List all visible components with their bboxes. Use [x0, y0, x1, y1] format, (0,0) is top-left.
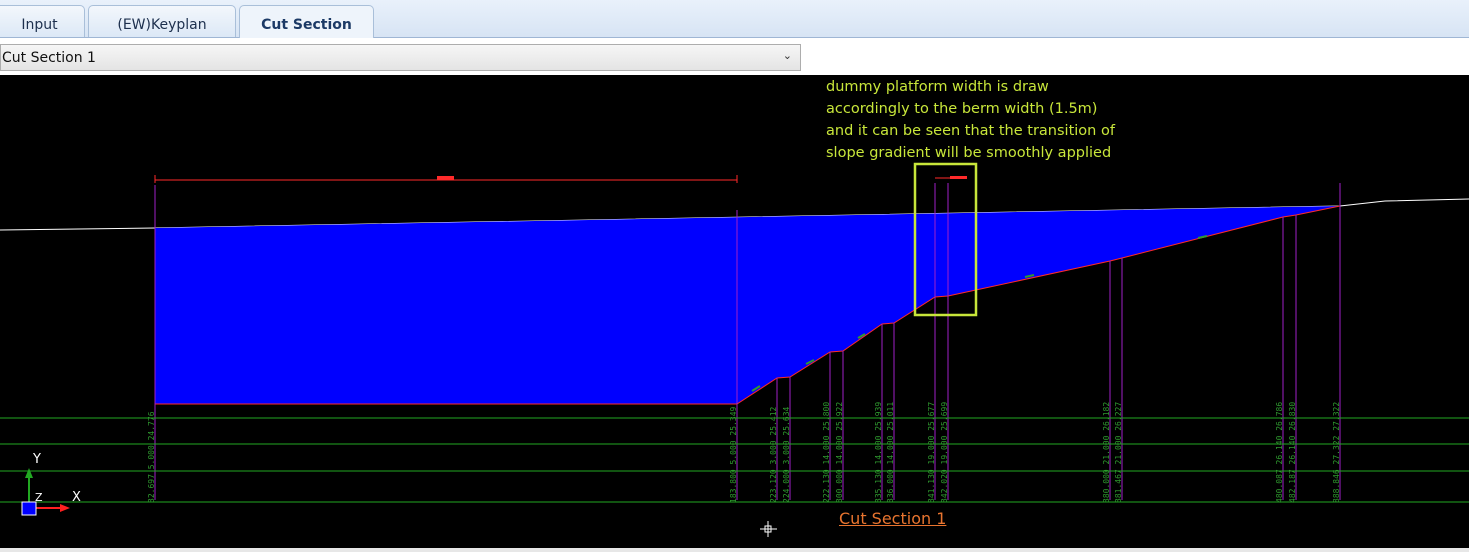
ucs-icon [21, 468, 70, 516]
section-caption[interactable]: Cut Section 1 [839, 509, 946, 528]
station-label: 341.130 19.000 25.677 [927, 401, 936, 503]
ucs-x-label: X [72, 490, 81, 505]
chevron-down-icon[interactable]: ⌄ [783, 49, 792, 62]
cut-area [155, 206, 1340, 404]
tab-cut-section[interactable]: Cut Section [239, 5, 374, 38]
station-label: 380.000 21.000 26.182 [1102, 401, 1111, 503]
station-label: 222.130 14.000 25.800 [822, 401, 831, 503]
station-label: 342.020 19.000 25.699 [940, 401, 949, 503]
ucs-z-label: Z [35, 491, 43, 504]
station-label: 300.000 14.000 25.922 [835, 401, 844, 503]
drawing-canvas[interactable]: 32.697 5.000 24.776 183.800 5.000 25.349… [0, 75, 1469, 548]
station-label: 183.800 5.000 25.349 [729, 406, 738, 503]
station-label: 480.087 26.140 26.786 [1275, 401, 1284, 503]
station-label: 888.846 27.322 27.322 [1332, 401, 1341, 503]
station-label: 381.467 21.000 26.227 [1114, 401, 1123, 503]
station-label: 482.187 26.140 26.830 [1288, 401, 1297, 503]
tab-keyplan[interactable]: (EW)Keyplan [88, 5, 236, 37]
ucs-y-label: Y [33, 452, 41, 467]
station-label: 223.120 3.000 25.412 [769, 406, 778, 503]
section-selector[interactable]: Cut Section 1 ⌄ [0, 44, 801, 71]
tab-bar: Input (EW)Keyplan Cut Section [0, 0, 1469, 38]
station-label: 335.130 14.000 25.939 [874, 401, 883, 503]
section-selector-value: Cut Section 1 [2, 50, 96, 66]
station-label: 336.000 14.000 25.011 [886, 401, 895, 503]
station-label: 32.697 5.000 24.776 [147, 411, 156, 503]
bottom-strip [0, 548, 1469, 552]
cursor-crosshair-icon [760, 521, 777, 537]
station-label: 224.000 3.000 25.634 [782, 406, 791, 503]
annotation-note: dummy platform width is draw accordingly… [826, 79, 1115, 161]
tab-input[interactable]: Input [0, 5, 85, 37]
